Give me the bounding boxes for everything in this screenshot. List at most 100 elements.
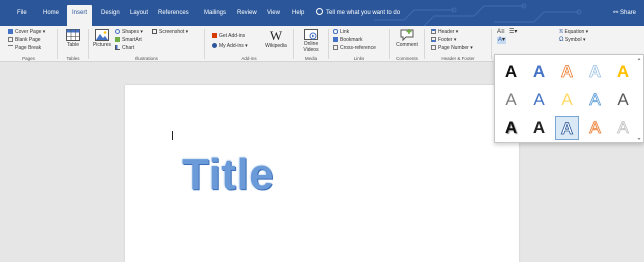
footer-button[interactable]: Footer ▾ bbox=[431, 37, 456, 44]
pictures-button[interactable]: Pictures bbox=[92, 29, 112, 48]
wordart-title[interactable]: Title bbox=[182, 153, 274, 197]
text-cursor bbox=[172, 131, 173, 140]
wordart-gallery: A A A A A A A A A A A A A A A bbox=[494, 54, 644, 143]
group-label-links: Links bbox=[353, 56, 365, 61]
group-label-illustrations: Illustrations bbox=[135, 56, 158, 61]
group-label-comments: Comments bbox=[396, 56, 418, 61]
group-illustrations: Pictures Shapes ▾ SmartArt Chart Screens… bbox=[89, 26, 204, 62]
wordart-icon: A bbox=[498, 37, 503, 43]
link-icon bbox=[333, 29, 338, 34]
person-icon: ⚯ bbox=[613, 10, 619, 16]
wordart-style-8[interactable]: A bbox=[555, 88, 579, 112]
page-number-button[interactable]: Page Number ▾ bbox=[431, 45, 473, 52]
bookmark-button[interactable]: Bookmark bbox=[333, 37, 363, 44]
group-label-addins: Add-ins bbox=[241, 56, 257, 61]
blank-page-button[interactable]: Blank Page bbox=[8, 37, 41, 44]
screenshot-button[interactable]: Screenshot ▾ bbox=[152, 29, 188, 36]
get-addins-button[interactable]: Get Add-ins bbox=[212, 33, 245, 40]
tell-me-search[interactable]: Tell me what you want to do bbox=[316, 5, 400, 21]
table-button[interactable]: Table bbox=[63, 29, 83, 48]
gallery-scrollbar[interactable] bbox=[637, 57, 641, 141]
tab-insert[interactable]: Insert bbox=[67, 5, 93, 26]
chart-icon bbox=[115, 45, 120, 50]
group-label-tables: Tables bbox=[66, 56, 80, 61]
wordart-button[interactable]: A▾ bbox=[497, 37, 507, 44]
tab-references[interactable]: References bbox=[153, 5, 194, 26]
shapes-icon bbox=[115, 29, 120, 34]
ribbon-tab-bar: File Home Insert Design Layout Reference… bbox=[0, 0, 644, 26]
blank-page-icon bbox=[8, 37, 13, 42]
tab-home[interactable]: Home bbox=[38, 5, 64, 26]
group-addins: Get Add-ins My Add-ins ▾ W Wikipedia Add… bbox=[205, 26, 293, 62]
bookmark-icon bbox=[333, 37, 338, 42]
wordart-style-6[interactable]: A bbox=[499, 88, 523, 112]
smartart-button[interactable]: SmartArt bbox=[115, 37, 142, 44]
pi-icon: π bbox=[559, 29, 564, 35]
wordart-style-7[interactable]: A bbox=[527, 88, 551, 112]
group-pages: Cover Page ▾ Blank Page Page Break Pages bbox=[0, 26, 57, 62]
chart-button[interactable]: Chart bbox=[115, 45, 134, 52]
wordart-style-11[interactable]: A bbox=[499, 116, 523, 140]
tab-design[interactable]: Design bbox=[96, 5, 125, 26]
group-label-media: Media bbox=[304, 56, 318, 61]
group-label-pages: Pages bbox=[22, 56, 35, 61]
quick-parts-button[interactable]: ☰▾ bbox=[509, 29, 517, 36]
link-button[interactable]: Link bbox=[333, 29, 349, 36]
wordart-style-12[interactable]: A bbox=[527, 116, 551, 140]
store-icon bbox=[212, 33, 217, 38]
wordart-style-13[interactable]: A bbox=[555, 116, 579, 140]
quick-parts-icon: ☰ bbox=[509, 29, 515, 35]
group-comments: Comment Comments bbox=[390, 26, 424, 62]
tab-mailings[interactable]: Mailings bbox=[199, 5, 231, 26]
tab-help[interactable]: Help bbox=[287, 5, 309, 26]
table-icon bbox=[66, 29, 80, 41]
group-tables: Table Tables bbox=[58, 26, 88, 62]
equation-button[interactable]: π Equation ▾ bbox=[559, 29, 588, 36]
cover-page-button[interactable]: Cover Page ▾ bbox=[8, 29, 45, 36]
wordart-style-3[interactable]: A bbox=[555, 60, 579, 84]
tab-layout[interactable]: Layout bbox=[125, 5, 153, 26]
tell-me-text: Tell me what you want to do bbox=[326, 10, 401, 16]
online-videos-button[interactable]: Online Videos bbox=[298, 29, 324, 53]
wordart-style-10[interactable]: A bbox=[611, 88, 635, 112]
footer-icon bbox=[431, 37, 436, 42]
wordart-style-5[interactable]: A bbox=[611, 60, 635, 84]
scroll-up-icon bbox=[637, 58, 641, 60]
cover-page-icon bbox=[8, 29, 13, 34]
wordart-style-15[interactable]: A bbox=[611, 116, 635, 140]
tab-review[interactable]: Review bbox=[232, 5, 262, 26]
omega-icon: Ω bbox=[559, 37, 564, 43]
cross-reference-button[interactable]: Cross-reference bbox=[333, 45, 376, 52]
shapes-button[interactable]: Shapes ▾ bbox=[115, 29, 143, 36]
symbol-button[interactable]: Ω Symbol ▾ bbox=[559, 37, 585, 44]
comment-button[interactable]: Comment bbox=[393, 29, 421, 48]
wikipedia-button[interactable]: W Wikipedia bbox=[263, 29, 289, 49]
pictures-icon bbox=[95, 29, 109, 41]
wordart-style-14[interactable]: A bbox=[583, 116, 607, 140]
my-addins-icon bbox=[212, 43, 217, 48]
wordart-style-9[interactable]: A bbox=[583, 88, 607, 112]
cross-reference-icon bbox=[333, 45, 338, 50]
group-links: Link Bookmark Cross-reference Links bbox=[329, 26, 389, 62]
screenshot-icon bbox=[152, 29, 157, 34]
header-button[interactable]: Header ▾ bbox=[431, 29, 458, 36]
group-label-header-footer: Header & Footer bbox=[441, 56, 475, 61]
share-button[interactable]: ⚯ Share bbox=[613, 5, 636, 21]
page-break-icon bbox=[8, 45, 13, 50]
text-box-button[interactable]: A≡ bbox=[497, 29, 505, 36]
scroll-down-icon bbox=[637, 138, 641, 140]
page-number-icon bbox=[431, 45, 436, 50]
wordart-style-2[interactable]: A bbox=[527, 60, 551, 84]
smartart-icon bbox=[115, 37, 120, 42]
group-media: Online Videos Media bbox=[294, 26, 328, 62]
lightbulb-icon bbox=[316, 8, 323, 15]
page-break-button[interactable]: Page Break bbox=[8, 45, 41, 52]
tab-view[interactable]: View bbox=[262, 5, 285, 26]
wordart-style-4[interactable]: A bbox=[583, 60, 607, 84]
my-addins-button[interactable]: My Add-ins ▾ bbox=[212, 43, 248, 50]
wikipedia-icon: W bbox=[269, 28, 283, 43]
tab-file[interactable]: File bbox=[12, 5, 32, 26]
header-icon bbox=[431, 29, 436, 34]
wordart-style-1[interactable]: A bbox=[499, 60, 523, 84]
group-header-footer: Header ▾ Footer ▾ Page Number ▾ Header &… bbox=[425, 26, 491, 62]
